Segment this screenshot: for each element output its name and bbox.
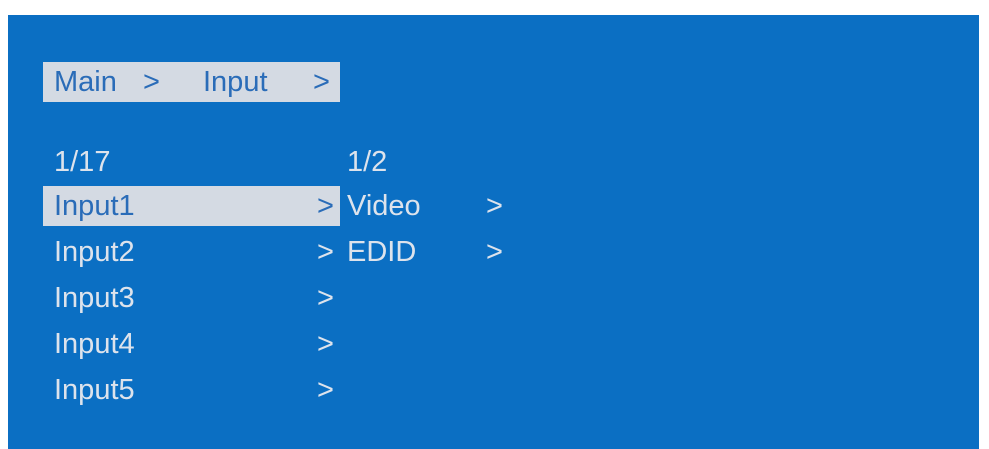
input-list-item-label: Input4 (54, 328, 135, 360)
input-list-item-label: Input2 (54, 236, 135, 268)
chevron-right-icon: > (317, 282, 334, 314)
chevron-right-icon: > (486, 236, 503, 268)
submenu-item-video[interactable]: Video > (347, 186, 537, 226)
input-list-item-input5[interactable]: Input5 > (43, 370, 340, 410)
breadcrumb-input[interactable]: Input (203, 62, 268, 102)
submenu-item-edid[interactable]: EDID > (347, 232, 537, 272)
breadcrumb: Main > Input > (43, 62, 340, 102)
chevron-right-icon: > (486, 190, 503, 222)
breadcrumb-separator: > (143, 66, 160, 98)
chevron-right-icon: > (317, 374, 334, 406)
breadcrumb-separator: > (313, 66, 330, 98)
submenu-item-label: Video (347, 190, 421, 222)
input-list-item-label: Input3 (54, 282, 135, 314)
osd-menu-screen: Main > Input > 1/17 1/2 Input1 > Input2 … (8, 15, 979, 449)
breadcrumb-main[interactable]: Main (54, 62, 117, 102)
input-list-page-indicator: 1/17 (54, 146, 111, 178)
input-list-item-input4[interactable]: Input4 > (43, 324, 340, 364)
input-list-item-input2[interactable]: Input2 > (43, 232, 340, 272)
chevron-right-icon: > (317, 236, 334, 268)
submenu-item-label: EDID (347, 236, 417, 268)
input-list-item-input3[interactable]: Input3 > (43, 278, 340, 318)
chevron-right-icon: > (317, 328, 334, 360)
input-list-item-label: Input5 (54, 374, 135, 406)
input-list-item-input1[interactable]: Input1 > (43, 186, 340, 226)
submenu-page-indicator: 1/2 (347, 146, 388, 178)
input-list-item-label: Input1 (54, 190, 135, 222)
chevron-right-icon: > (317, 190, 334, 222)
